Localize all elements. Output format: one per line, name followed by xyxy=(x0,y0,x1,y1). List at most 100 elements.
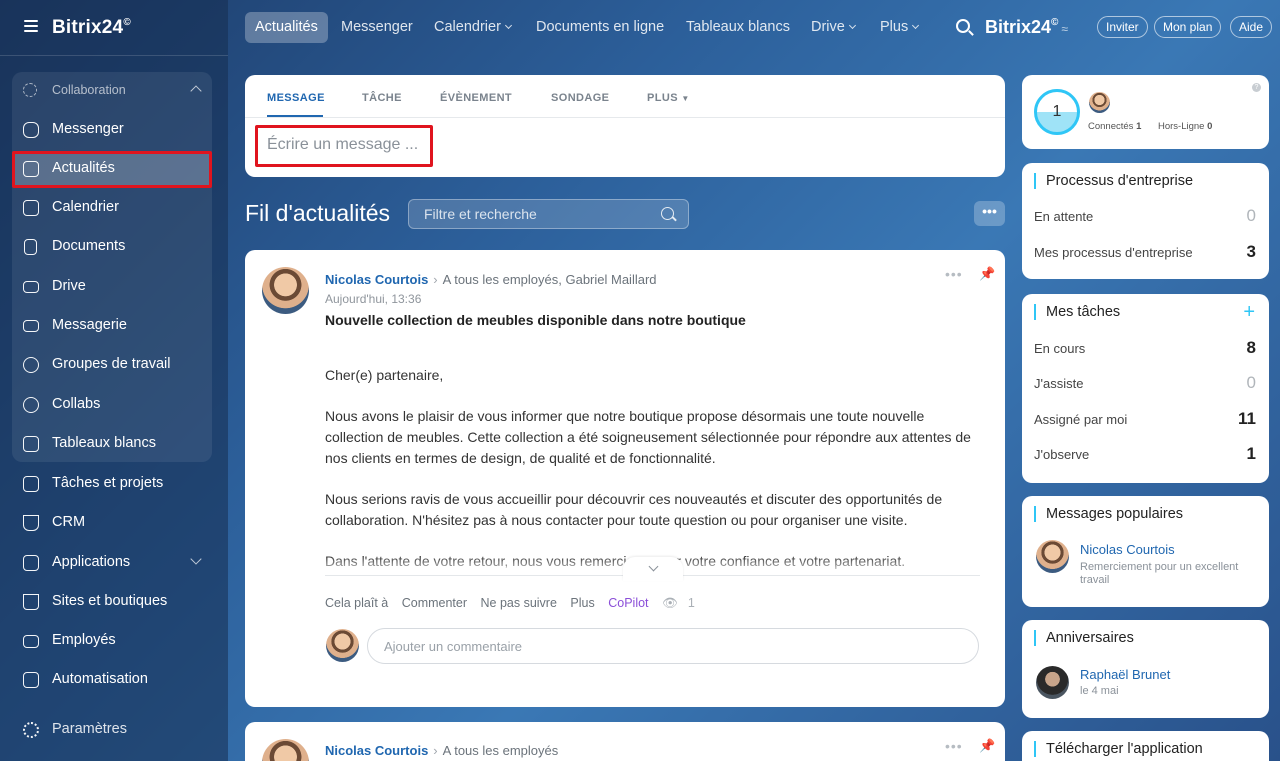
divider xyxy=(245,117,1005,118)
birthday-person-link[interactable]: Raphaël Brunet xyxy=(1080,667,1170,682)
help-icon[interactable]: ? xyxy=(1252,83,1261,92)
popular-message-link[interactable]: Remerciement pour un excellent travail xyxy=(1080,561,1260,587)
sidebar-item-taches[interactable]: Tâches et projets xyxy=(12,466,212,502)
sidebar-item-messagerie[interactable]: Messagerie xyxy=(12,308,212,344)
row-label: J'assiste xyxy=(1034,376,1084,391)
post-author-link[interactable]: Nicolas Courtois xyxy=(325,743,428,758)
popular-author-link[interactable]: Nicolas Courtois xyxy=(1080,542,1175,557)
news-icon xyxy=(23,161,39,177)
task-check-icon xyxy=(23,476,39,492)
sidebar-group-collaboration[interactable]: Collaboration xyxy=(12,72,212,108)
document-icon xyxy=(24,239,37,255)
invite-button[interactable]: Inviter xyxy=(1097,16,1148,38)
tab-messenger[interactable]: Messenger xyxy=(331,12,423,43)
caret-down-icon: ▼ xyxy=(681,94,690,103)
post-recipients[interactable]: A tous les employés, Gabriel Maillard xyxy=(443,272,657,287)
composer-tab-plus[interactable]: PLUS ▼ xyxy=(647,92,690,104)
online-count: 1 xyxy=(1052,103,1062,120)
sidebar-item-drive[interactable]: Drive xyxy=(12,269,212,305)
row-value: 8 xyxy=(1246,338,1256,357)
post-menu-icon[interactable]: ••• xyxy=(945,266,963,282)
help-button[interactable]: Aide xyxy=(1230,16,1273,38)
task-row[interactable]: En cours 8 xyxy=(1034,338,1256,357)
sidebar-item-applications[interactable]: Applications xyxy=(12,545,212,581)
sidebar-item-collabs[interactable]: Collabs xyxy=(12,387,212,423)
tab-tableaux-blancs[interactable]: Tableaux blancs xyxy=(676,12,800,43)
pin-icon[interactable]: 📌 xyxy=(979,738,995,754)
sidebar-item-parametres[interactable]: Paramètres xyxy=(12,712,212,748)
messenger-icon xyxy=(23,122,39,138)
sidebar-item-actualites[interactable]: Actualités xyxy=(12,151,212,188)
avatar[interactable] xyxy=(262,267,309,314)
sidebar-item-label: Drive xyxy=(52,278,86,294)
online-counter[interactable]: 1 xyxy=(1034,89,1080,135)
widget-title[interactable]: Télécharger l'application xyxy=(1034,741,1203,757)
birthdays-widget: Anniversaires Raphaël Brunet le 4 mai xyxy=(1022,620,1269,718)
chevron-down-icon xyxy=(504,21,512,30)
composer-tab-tache[interactable]: TÂCHE xyxy=(362,92,402,104)
composer-tab-evenement[interactable]: ÉVÈNEMENT xyxy=(440,92,512,104)
process-row[interactable]: Mes processus d'entreprise 3 xyxy=(1034,242,1256,261)
process-row[interactable]: En attente 0 xyxy=(1034,206,1256,225)
unfollow-link[interactable]: Ne pas suivre xyxy=(481,596,557,610)
comment-link[interactable]: Commenter xyxy=(402,596,467,610)
widget-title: Messages populaires xyxy=(1034,506,1183,522)
more-link[interactable]: Plus xyxy=(570,596,594,610)
composer-tab-sondage[interactable]: SONDAGE xyxy=(551,92,609,104)
task-row[interactable]: Assigné par moi 11 xyxy=(1034,409,1256,428)
expand-post-button[interactable] xyxy=(623,557,683,581)
post-author-link[interactable]: Nicolas Courtois xyxy=(325,272,428,287)
tab-actualites[interactable]: Actualités xyxy=(245,12,328,43)
row-value: 1 xyxy=(1246,444,1256,463)
sidebar-item-messenger[interactable]: Messenger xyxy=(12,112,212,148)
sidebar-item-sites[interactable]: Sites et boutiques xyxy=(12,584,212,620)
chevron-down-icon xyxy=(648,561,659,572)
task-row[interactable]: J'assiste 0 xyxy=(1034,373,1256,392)
post-date[interactable]: Aujourd'hui, 13:36 xyxy=(325,292,421,306)
plan-label: Mon plan xyxy=(1163,20,1213,34)
comment-placeholder: Ajouter un commentaire xyxy=(384,639,523,654)
tab-plus[interactable]: Plus xyxy=(870,12,928,43)
widget-title[interactable]: Processus d'entreprise xyxy=(1034,173,1193,189)
filter-search-input[interactable]: Filtre et recherche xyxy=(408,199,689,229)
pin-icon[interactable]: 📌 xyxy=(979,266,995,282)
feed-more-button[interactable]: ••• xyxy=(974,201,1005,226)
post-header: Nicolas Courtois › A tous les employés xyxy=(325,743,558,758)
add-task-icon[interactable]: + xyxy=(1243,302,1255,322)
sidebar-item-automatisation[interactable]: Automatisation xyxy=(12,662,212,698)
avatar[interactable] xyxy=(1089,92,1110,113)
search-icon[interactable] xyxy=(956,19,970,33)
sidebar-item-calendrier[interactable]: Calendrier xyxy=(12,190,212,226)
sidebar-item-tableaux[interactable]: Tableaux blancs xyxy=(12,426,212,462)
task-row[interactable]: J'observe 1 xyxy=(1034,444,1256,463)
like-link[interactable]: Cela plaît à xyxy=(325,596,388,610)
tab-calendrier[interactable]: Calendrier xyxy=(424,12,521,43)
message-input[interactable]: Écrire un message ... xyxy=(255,125,433,167)
tab-drive[interactable]: Drive xyxy=(801,12,865,43)
sidebar-item-label: Documents xyxy=(52,238,126,254)
sidebar-item-documents[interactable]: Documents xyxy=(12,229,212,265)
header-logo[interactable]: Bitrix24© ≈ xyxy=(985,17,1068,38)
composer-tab-message[interactable]: MESSAGE xyxy=(267,92,325,104)
logo[interactable]: Bitrix24© xyxy=(52,17,131,39)
cube-icon xyxy=(23,555,39,571)
sidebar-item-employes[interactable]: Employés xyxy=(12,623,212,659)
post-menu-icon[interactable]: ••• xyxy=(945,738,963,754)
row-value: 0 xyxy=(1246,373,1256,392)
post-recipients[interactable]: A tous les employés xyxy=(443,743,559,758)
menu-icon[interactable] xyxy=(24,20,38,32)
avatar[interactable] xyxy=(1036,666,1069,699)
eye-icon: 👁 xyxy=(662,596,678,610)
logo-text: Bitrix24 xyxy=(52,17,124,38)
sidebar-item-crm[interactable]: CRM xyxy=(12,505,212,541)
plan-button[interactable]: Mon plan xyxy=(1154,16,1222,38)
comment-input[interactable]: Ajouter un commentaire xyxy=(367,628,979,664)
widget-title[interactable]: Mes tâches xyxy=(1034,304,1120,320)
tab-documents-en-ligne[interactable]: Documents en ligne xyxy=(526,12,674,43)
tab-label: Calendrier xyxy=(434,19,501,35)
sidebar-item-groupes[interactable]: Groupes de travail xyxy=(12,347,212,383)
row-value: 0 xyxy=(1246,206,1256,225)
copilot-link[interactable]: CoPilot xyxy=(608,596,648,610)
whiteboard-icon xyxy=(23,436,39,452)
avatar[interactable] xyxy=(1036,540,1069,573)
